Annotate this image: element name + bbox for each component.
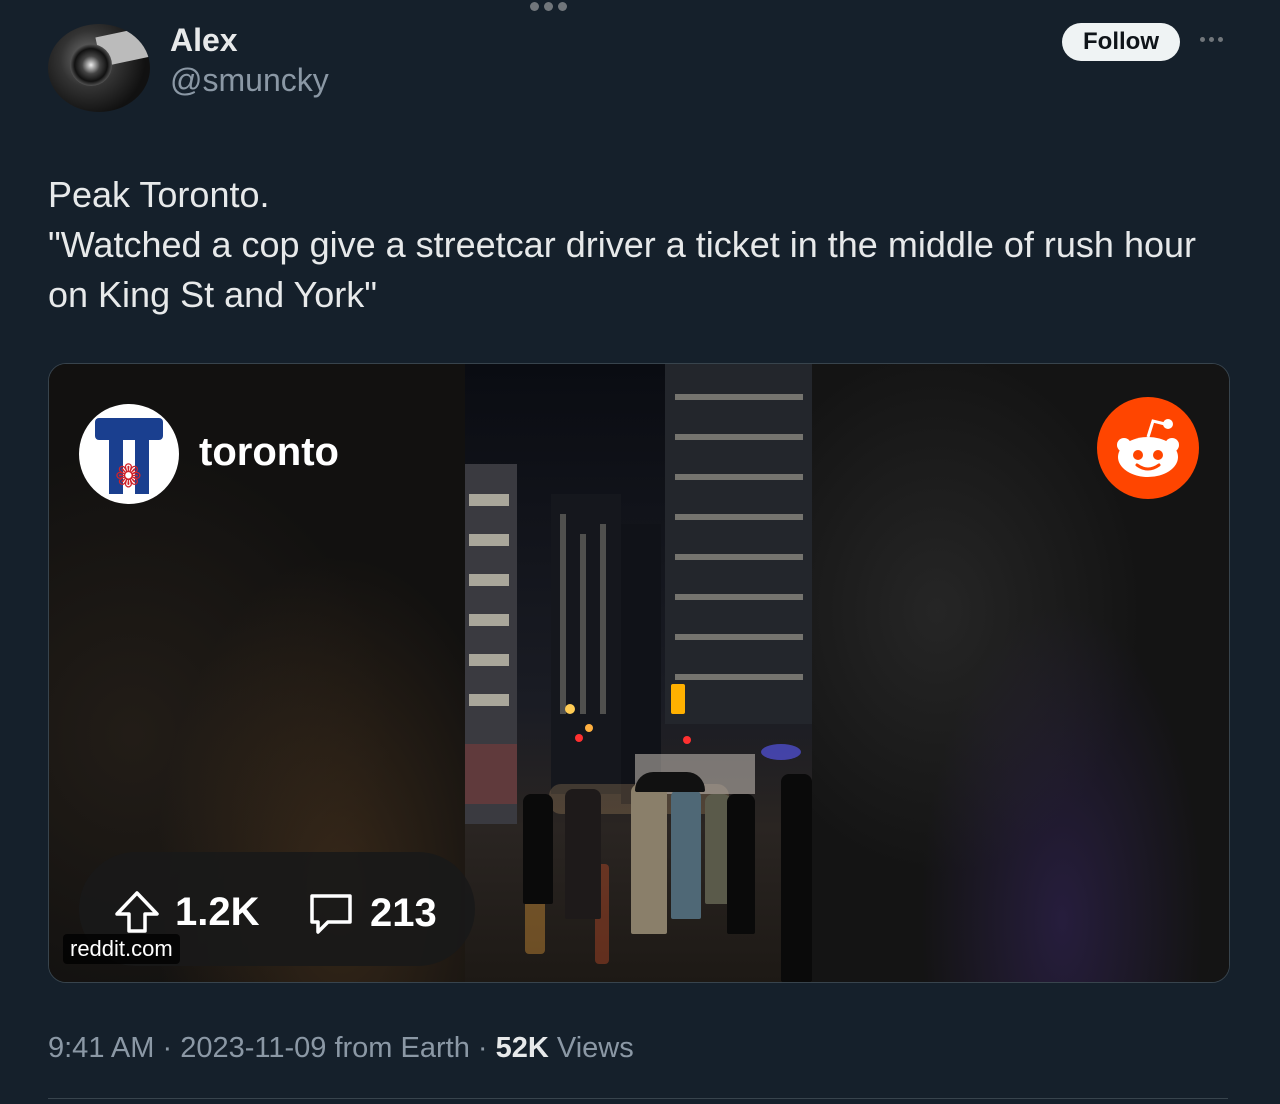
tweet-date[interactable]: 2023-11-09 (180, 1032, 326, 1064)
author-handle[interactable]: @smuncky (170, 62, 329, 99)
author-avatar[interactable] (48, 24, 150, 112)
meta-separator: · (477, 1032, 488, 1064)
toronto-subreddit-logo-icon: ❁ (79, 404, 179, 504)
tweet-meta: 9:41 AM · 2023-11-09 from Earth · 52K Vi… (48, 1032, 634, 1065)
upvote-count: 1.2K (175, 889, 260, 934)
comment-count: 213 (370, 890, 437, 935)
tweet-line: "Watched a cop give a streetcar driver a… (48, 224, 1196, 265)
comment-stat: 213 (306, 888, 437, 938)
card-domain-label: reddit.com (63, 934, 180, 964)
street-photo (465, 364, 812, 982)
follow-button[interactable]: Follow (1062, 23, 1180, 61)
upvote-stat: 1.2K (113, 888, 260, 936)
author-name[interactable]: Alex (170, 22, 238, 59)
tweet-text: Peak Toronto. "Watched a cop give a stre… (48, 170, 1248, 320)
divider (48, 1098, 1228, 1099)
meta-separator: · (162, 1032, 173, 1064)
more-options-icon[interactable] (1200, 37, 1223, 42)
views-count[interactable]: 52K (496, 1032, 549, 1064)
views-label: Views (556, 1032, 634, 1064)
upvote-arrow-icon (115, 891, 159, 933)
subreddit-name: toronto (199, 430, 339, 474)
tweet-time[interactable]: 9:41 AM (48, 1032, 154, 1064)
reddit-alien-logo-icon (1097, 397, 1199, 499)
drag-handle-dots-icon[interactable] (530, 2, 567, 11)
comment-bubble-icon (310, 894, 352, 934)
tweet-line: on King St and York" (48, 274, 378, 315)
link-preview-card[interactable]: ❁ toronto 1.2K 213 reddit.com (48, 363, 1230, 983)
tweet-source: from Earth (334, 1032, 470, 1064)
tweet-line: Peak Toronto. (48, 174, 270, 215)
